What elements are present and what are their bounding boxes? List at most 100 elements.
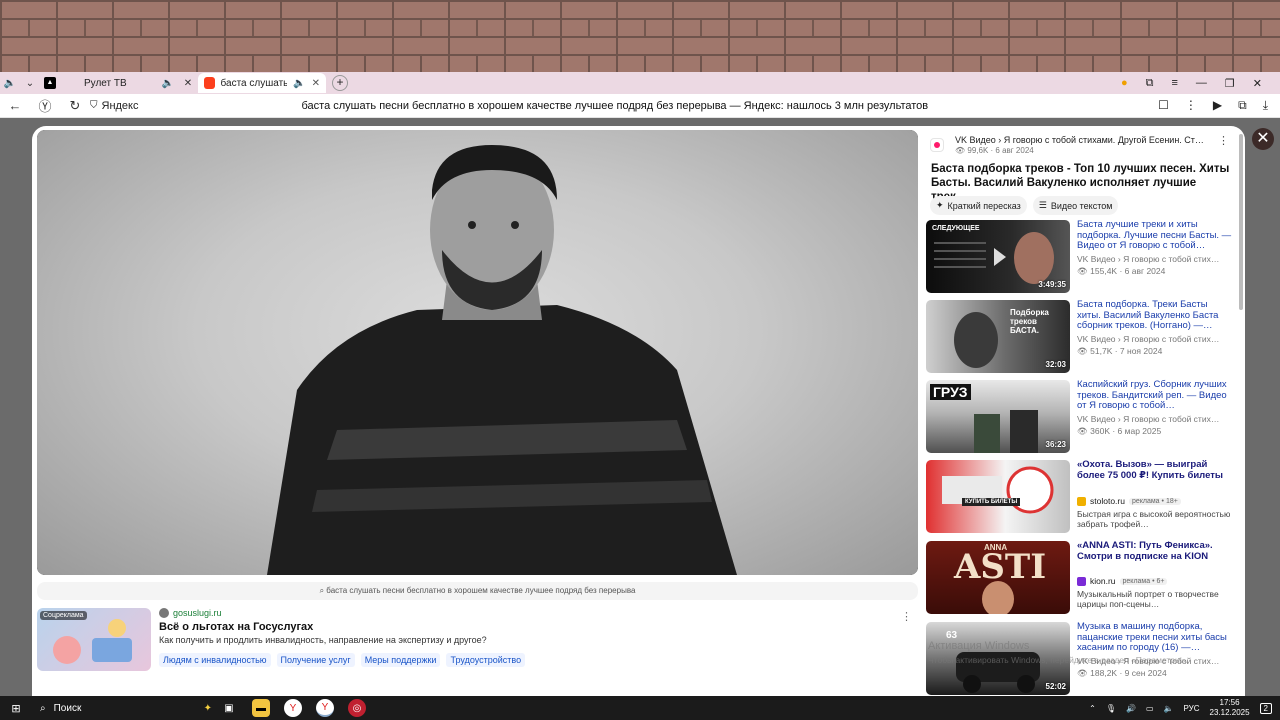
item-title[interactable]: Музыка в машину подборка, пацанские трек… bbox=[1077, 621, 1233, 654]
item-title[interactable]: Баста подборка. Треки Басты хиты. Васили… bbox=[1077, 299, 1233, 332]
volume-icon[interactable]: 🔊 bbox=[1126, 704, 1136, 713]
ad-link-disability[interactable]: Людям с инвалидностью bbox=[159, 653, 271, 667]
ad-thumbnail[interactable]: КУПИТЬ БИЛЕТЫ bbox=[926, 460, 1070, 533]
list-item[interactable]: КУПИТЬ БИЛЕТЫ «Охота. Вызов» — выиграй б… bbox=[926, 459, 1236, 534]
item-title[interactable]: «ANNA ASTI: Путь Феникса». Смотри в подп… bbox=[1077, 540, 1233, 562]
language-indicator[interactable]: РУС bbox=[1183, 704, 1199, 713]
yandex-y-icon[interactable]: Ⓨ bbox=[30, 96, 60, 115]
taskbar: ⊞ ⌕ Поиск ✦ ▣ ▬ Y Y ◎ ⌃ 🎙 🔊 ▭ 🔈 РУС 17:5… bbox=[0, 696, 1280, 720]
video-source[interactable]: VK Видео › Я говорю с тобой стихами. Дру… bbox=[955, 135, 1225, 145]
maximize-icon[interactable]: ❐ bbox=[1225, 77, 1235, 90]
ad-thumbnail[interactable]: ANNA ASTI bbox=[926, 541, 1070, 614]
video-player[interactable] bbox=[37, 130, 918, 575]
video-stats-text: 99,6K · 6 авг 2024 bbox=[967, 146, 1034, 155]
ad-label-text: реклама bbox=[1131, 497, 1160, 505]
ad-domain[interactable]: gosuslugi.ru bbox=[159, 608, 222, 618]
yandex-browser-icon[interactable]: Y bbox=[284, 699, 302, 717]
download-icon[interactable]: ⤓ bbox=[1263, 98, 1268, 113]
gosuslugi-icon bbox=[159, 608, 169, 618]
minimize-icon[interactable]: — bbox=[1196, 77, 1207, 90]
vk-tab-icon[interactable]: ▲ bbox=[44, 77, 56, 89]
video-thumbnail[interactable]: ГРУЗ 36:23 bbox=[926, 380, 1070, 453]
search-icon: ⌕ bbox=[40, 702, 46, 714]
ad-title[interactable]: Всё о льготах на Госуслугах bbox=[159, 621, 313, 633]
close-modal-button[interactable]: ✕ bbox=[1252, 128, 1274, 150]
tab-rulet-tv[interactable]: Рулет ТВ bbox=[60, 73, 158, 93]
extensions-icon[interactable]: ⧉ bbox=[1238, 98, 1247, 113]
ad-domain[interactable]: kion.ru bbox=[1090, 576, 1116, 586]
video-still bbox=[267, 145, 737, 575]
chevron-up-icon[interactable]: ⌃ bbox=[1089, 704, 1096, 713]
video-query-bar[interactable]: ⌕ баста слушать песни бесплатно в хороше… bbox=[37, 582, 918, 600]
search-highlight-icon: ✦ bbox=[203, 702, 212, 714]
chevron-down-icon[interactable]: ⌄ bbox=[20, 78, 40, 89]
tab-yandex-search[interactable]: баста слушать песни 🔈 ✕ bbox=[198, 73, 326, 93]
item-title[interactable]: Баста лучшие треки и хиты подборка. Лучш… bbox=[1077, 219, 1233, 252]
item-stats-text: 360K · 6 мар 2025 bbox=[1090, 426, 1162, 436]
text-icon: ☰ bbox=[1038, 200, 1047, 210]
address-site[interactable]: Яндекс bbox=[102, 100, 302, 112]
collections-icon[interactable]: ⧉ bbox=[1146, 77, 1154, 90]
video-text-button[interactable]: ☰ Видео текстом bbox=[1032, 196, 1119, 215]
tab-label: баста слушать песни bbox=[220, 77, 288, 89]
summary-label: Краткий пересказ bbox=[947, 200, 1021, 211]
thumbnail-caption: Подборка треков БАСТА. bbox=[1010, 308, 1049, 335]
reload-icon[interactable]: ↻ bbox=[60, 98, 90, 114]
ad-link-services[interactable]: Получение услуг bbox=[276, 653, 355, 667]
ad-domain[interactable]: stoloto.ru bbox=[1090, 496, 1125, 506]
network-icon[interactable]: ▭ bbox=[1146, 704, 1154, 713]
sound-icon[interactable]: 🔈 bbox=[1164, 704, 1174, 713]
list-item[interactable]: ANNA ASTI «ANNA ASTI: Путь Феникса». Смо… bbox=[926, 540, 1236, 615]
more-icon[interactable]: ⋮ bbox=[901, 610, 912, 623]
item-title[interactable]: Каспийский груз. Сборник лучших треков. … bbox=[1077, 379, 1233, 412]
back-icon[interactable]: ← bbox=[0, 98, 30, 113]
thumbnail-caption: КУПИТЬ БИЛЕТЫ bbox=[962, 498, 1021, 506]
close-tab-icon[interactable]: ✕ bbox=[178, 78, 198, 89]
microphone-icon[interactable]: 🎙 bbox=[1106, 704, 1116, 713]
alice-icon[interactable]: ● bbox=[1121, 77, 1128, 90]
taskbar-search[interactable]: ⌕ Поиск ✦ bbox=[32, 703, 212, 714]
yandex-browser-active-icon[interactable]: Y bbox=[316, 699, 334, 717]
item-title[interactable]: «Охота. Вызов» — выиграй более 75 000 ₽!… bbox=[1077, 459, 1233, 481]
new-tab-button[interactable]: + bbox=[332, 75, 348, 91]
address-bar: ← Ⓨ ↻ ⛉ Яндекс баста слушать песни беспл… bbox=[0, 94, 1280, 118]
bookmark-icon[interactable]: ☐ bbox=[1158, 98, 1169, 113]
video-thumbnail[interactable]: СЛЕДУЮЩЕЕ 3:49:35 bbox=[926, 220, 1070, 293]
more-icon[interactable]: ⋮ bbox=[1218, 134, 1229, 147]
close-tab-icon[interactable]: ✕ bbox=[312, 78, 320, 89]
ad-thumbnail[interactable]: Соцреклама bbox=[37, 608, 151, 671]
clock[interactable]: 17:56 23.12.2025 bbox=[1210, 698, 1250, 718]
gosuslugi-ad[interactable]: Соцреклама gosuslugi.ru Всё о льготах на… bbox=[37, 608, 918, 674]
video-thumbnail[interactable]: Подборка треков БАСТА. 32:03 bbox=[926, 300, 1070, 373]
notification-badge[interactable]: 2 bbox=[1259, 702, 1272, 714]
file-explorer-icon[interactable]: ▬ bbox=[252, 699, 270, 717]
scrollbar[interactable] bbox=[1239, 134, 1243, 310]
duration: 52:02 bbox=[1045, 682, 1066, 691]
shield-icon: ⛉ bbox=[90, 100, 98, 111]
summary-button[interactable]: ✦ Краткий пересказ bbox=[930, 196, 1027, 215]
item-stats: 👁 155,4K · 6 авг 2024 bbox=[1077, 266, 1166, 276]
windows-start-icon[interactable]: ⊞ bbox=[0, 702, 32, 715]
video-icon[interactable]: ▶ bbox=[1213, 98, 1222, 113]
ad-label: реклама • 18+ bbox=[1128, 497, 1181, 505]
ad-meta: kion.ru реклама • 6+ bbox=[1077, 576, 1168, 586]
video-text-label: Видео текстом bbox=[1050, 200, 1113, 211]
task-view-icon[interactable]: ▣ bbox=[220, 699, 238, 717]
close-window-icon[interactable]: ✕ bbox=[1253, 77, 1262, 90]
video-stats: 👁 99,6K · 6 авг 2024 bbox=[955, 146, 1034, 155]
menu-icon[interactable]: ≡ bbox=[1171, 77, 1177, 90]
ad-link-support[interactable]: Меры поддержки bbox=[360, 653, 441, 667]
speaker-icon[interactable]: 🔈 bbox=[0, 78, 20, 89]
list-item[interactable]: ГРУЗ 36:23 Каспийский груз. Сборник лучш… bbox=[926, 379, 1236, 454]
app-icon[interactable]: ◎ bbox=[348, 699, 366, 717]
windows-activation-watermark: Активация Windows bbox=[928, 640, 1030, 652]
list-item[interactable]: Подборка треков БАСТА. 32:03 Баста подбо… bbox=[926, 299, 1236, 374]
ad-label: реклама • 6+ bbox=[1119, 577, 1168, 585]
ad-link-employment[interactable]: Трудоустройство bbox=[446, 653, 526, 667]
list-item[interactable]: СЛЕДУЮЩЕЕ 3:49:35 Баста лучшие треки и х… bbox=[926, 219, 1236, 294]
more-icon[interactable]: ⋮ bbox=[1185, 98, 1197, 113]
eye-icon: 👁 bbox=[955, 146, 966, 155]
desktop-wallpaper bbox=[0, 0, 1280, 72]
page-title[interactable]: баста слушать песни бесплатно в хорошем … bbox=[302, 100, 1159, 112]
duration: 36:23 bbox=[1045, 440, 1066, 449]
